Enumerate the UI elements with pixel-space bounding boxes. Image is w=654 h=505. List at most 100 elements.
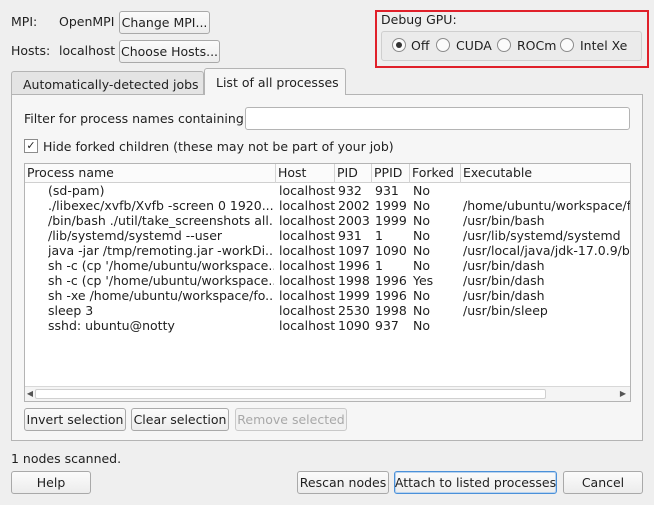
cell-pid: 2530	[338, 303, 370, 318]
cell-host: localhost	[279, 198, 335, 213]
hosts-value: localhost	[59, 43, 116, 58]
table-row[interactable]: sshd: ubuntu@notty localhost 1090 937 No	[25, 318, 630, 333]
cell-process-name: sh -xe /home/ubuntu/workspace/fo...	[48, 288, 274, 303]
cell-pid: 932	[338, 183, 362, 198]
rescan-nodes-button[interactable]: Rescan nodes	[297, 471, 389, 494]
cell-ppid: 1090	[375, 243, 407, 258]
tab-list-of-all-processes[interactable]: List of all processes	[204, 68, 346, 95]
table-row[interactable]: sleep 3 localhost 2530 1998 No/usr/bin/sleep	[25, 303, 630, 318]
table-row[interactable]: /lib/systemd/systemd --user localhost 931 1…	[25, 228, 630, 243]
cell-executable: /usr/bin/dash	[463, 258, 545, 273]
gpu-cuda-label[interactable]: CUDA	[456, 38, 492, 53]
help-button[interactable]: Help	[11, 471, 91, 494]
cell-executable	[463, 318, 630, 333]
hide-forked-checkbox[interactable]: ✓	[24, 139, 38, 153]
tab-label: List of all processes	[216, 74, 339, 90]
scrollbar-thumb[interactable]	[35, 389, 546, 399]
invert-selection-button[interactable]: Invert selection	[24, 408, 126, 431]
cell-executable: /home/ubuntu/workspace/fo	[463, 198, 630, 213]
table-row[interactable]: sh -c (cp '/home/ubuntu/workspace... loca…	[25, 258, 630, 273]
cell-ppid: 1	[375, 228, 383, 243]
mpi-value: OpenMPI	[59, 14, 115, 29]
cell-forked: Yes	[413, 273, 434, 288]
horizontal-scrollbar[interactable]: ◀ ▶	[25, 386, 630, 401]
clear-selection-button[interactable]: Clear selection	[131, 408, 229, 431]
cell-ppid: 937	[375, 318, 399, 333]
cell-pid: 1996	[338, 258, 370, 273]
gpu-rocm-radio[interactable]	[497, 38, 511, 52]
cell-forked: No	[413, 258, 430, 273]
choose-hosts-button[interactable]: Choose Hosts...	[119, 40, 220, 63]
cell-process-name: sshd: ubuntu@notty	[48, 318, 175, 333]
cell-host: localhost	[279, 288, 335, 303]
filter-input[interactable]	[245, 107, 630, 130]
change-mpi-button[interactable]: Change MPI...	[119, 11, 210, 34]
cell-host: localhost	[279, 213, 335, 228]
gpu-intel-xe-label[interactable]: Intel Xe	[580, 38, 627, 53]
cell-process-name: (sd-pam)	[48, 183, 105, 198]
cell-pid: 2002	[338, 198, 370, 213]
cell-forked: No	[413, 288, 430, 303]
cell-executable: /usr/bin/dash	[463, 273, 545, 288]
cell-forked: No	[413, 228, 430, 243]
cell-forked: No	[413, 318, 430, 333]
column-header-forked[interactable]: Forked	[410, 164, 461, 183]
cell-pid: 1999	[338, 288, 370, 303]
filter-label: Filter for process names containing:	[24, 111, 248, 126]
cell-forked: No	[413, 183, 430, 198]
column-header-process-name[interactable]: Process name	[25, 164, 276, 183]
debug-gpu-title: Debug GPU:	[381, 12, 457, 27]
cell-host: localhost	[279, 258, 335, 273]
attach-button[interactable]: Attach to listed processes	[394, 471, 557, 494]
hide-forked-label: Hide forked children (these may not be p…	[43, 139, 394, 154]
cell-host: localhost	[279, 228, 335, 243]
cell-process-name: sh -c (cp '/home/ubuntu/workspace...	[48, 273, 274, 288]
table-row[interactable]: sh -c (cp '/home/ubuntu/workspace... loca…	[25, 273, 630, 288]
cell-ppid: 1998	[375, 303, 407, 318]
cell-executable: /usr/bin/sleep	[463, 303, 548, 318]
column-header-executable[interactable]: Executable	[461, 164, 630, 183]
table-header: Process name Host PID PPID Forked Execut…	[25, 164, 630, 183]
table-row[interactable]: sh -xe /home/ubuntu/workspace/fo... local…	[25, 288, 630, 303]
cell-executable: /usr/local/java/jdk-17.0.9/bin	[463, 243, 630, 258]
table-row[interactable]: (sd-pam) localhost 932 931 No	[25, 183, 630, 198]
table-row[interactable]: java -jar /tmp/remoting.jar -workDi... lo…	[25, 243, 630, 258]
cell-process-name: sh -c (cp '/home/ubuntu/workspace...	[48, 258, 274, 273]
cell-ppid: 931	[375, 183, 399, 198]
gpu-off-label[interactable]: Off	[411, 38, 429, 53]
gpu-intel-xe-radio[interactable]	[560, 38, 574, 52]
cancel-button[interactable]: Cancel	[563, 471, 643, 494]
check-icon: ✓	[26, 139, 36, 152]
table-row[interactable]: /bin/bash ./util/take_screenshots all...…	[25, 213, 630, 228]
cell-host: localhost	[279, 273, 335, 288]
cell-pid: 1998	[338, 273, 370, 288]
column-header-host[interactable]: Host	[276, 164, 335, 183]
cell-host: localhost	[279, 183, 335, 198]
table-row[interactable]: ./libexec/xvfb/Xvfb -screen 0 1920... loc…	[25, 198, 630, 213]
cell-ppid: 1996	[375, 288, 407, 303]
cell-process-name: ./libexec/xvfb/Xvfb -screen 0 1920...	[48, 198, 274, 213]
gpu-rocm-label[interactable]: ROCm	[517, 38, 556, 53]
gpu-cuda-radio[interactable]	[436, 38, 450, 52]
tab-label: Automatically-detected jobs	[23, 77, 199, 92]
process-table[interactable]: Process name Host PID PPID Forked Execut…	[24, 163, 631, 402]
cell-ppid: 1	[375, 258, 383, 273]
cell-executable: /usr/lib/systemd/systemd	[463, 228, 621, 243]
cell-ppid: 1999	[375, 213, 407, 228]
cell-process-name: sleep 3	[48, 303, 94, 318]
column-header-pid[interactable]: PID	[335, 164, 372, 183]
cell-process-name: /bin/bash ./util/take_screenshots all...	[48, 213, 274, 228]
cell-process-name: java -jar /tmp/remoting.jar -workDi...	[48, 243, 274, 258]
mpi-label: MPI:	[11, 14, 38, 29]
cell-host: localhost	[279, 318, 335, 333]
cell-host: localhost	[279, 243, 335, 258]
remove-selected-button: Remove selected	[235, 408, 347, 431]
cell-process-name: /lib/systemd/systemd --user	[48, 228, 223, 243]
column-header-ppid[interactable]: PPID	[372, 164, 410, 183]
cell-forked: No	[413, 303, 430, 318]
cell-forked: No	[413, 243, 430, 258]
gpu-off-radio[interactable]	[392, 38, 406, 52]
arrow-right-icon[interactable]: ▶	[618, 387, 628, 401]
arrow-left-icon[interactable]: ◀	[25, 387, 35, 401]
cell-pid: 1090	[338, 318, 370, 333]
